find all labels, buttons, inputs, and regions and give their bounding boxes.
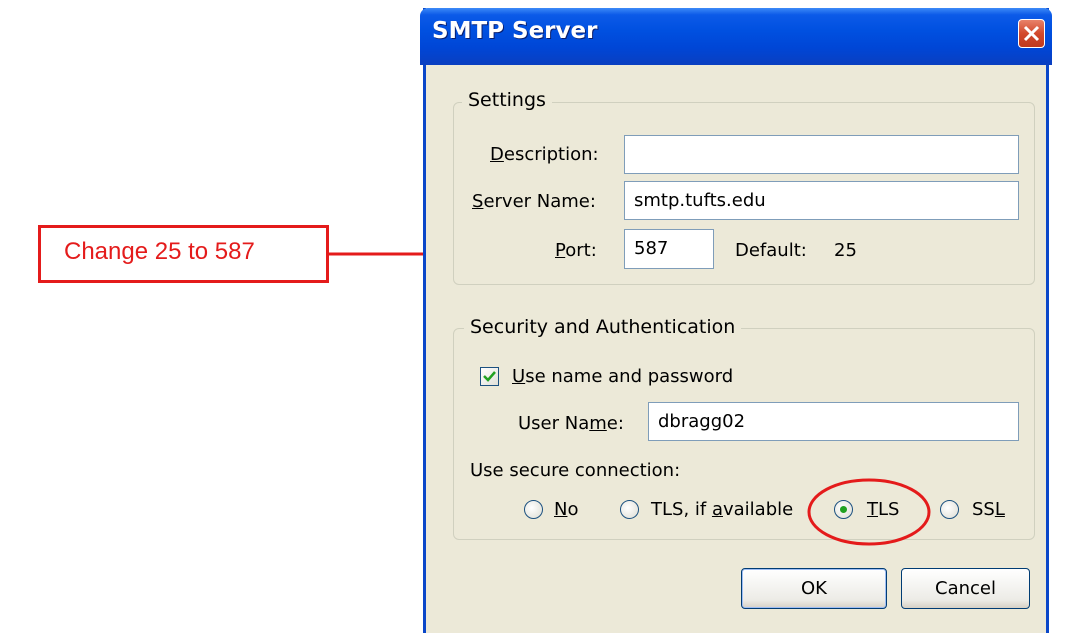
cancel-button[interactable]: Cancel [901,568,1030,609]
secure-connection-label: Use secure connection: [470,460,681,481]
port-label: Port: [555,240,597,261]
annotation-text: Change 25 to 587 [64,238,255,265]
username-input[interactable]: dbragg02 [648,402,1019,441]
close-button[interactable] [1018,19,1045,48]
annotation-highlight-ellipse [807,478,931,546]
port-input[interactable]: 587 [624,229,714,269]
radio-no-label[interactable]: No [554,499,578,520]
radio-tls-if-available-label[interactable]: TLS, if available [651,499,793,520]
checkmark-icon [483,371,496,382]
window-title: SMTP Server [432,18,598,44]
description-input[interactable] [624,135,1019,174]
settings-legend: Settings [462,89,552,111]
radio-ssl-label[interactable]: SSL [972,499,1005,520]
description-label: Description: [490,144,599,165]
server-name-label: Server Name: [472,191,596,212]
radio-ssl[interactable] [940,500,959,519]
default-port-label: Default: [735,240,807,261]
ok-button[interactable]: OK [741,568,887,609]
close-icon [1023,25,1040,42]
security-legend: Security and Authentication [464,316,742,338]
radio-no[interactable] [524,500,543,519]
use-name-password-label[interactable]: Use name and password [512,366,733,387]
default-port-value: 25 [834,240,857,261]
username-label: User Name: [518,413,624,434]
server-name-input[interactable]: smtp.tufts.edu [624,181,1019,220]
radio-tls-if-available[interactable] [620,500,639,519]
use-name-password-checkbox[interactable] [480,367,499,386]
